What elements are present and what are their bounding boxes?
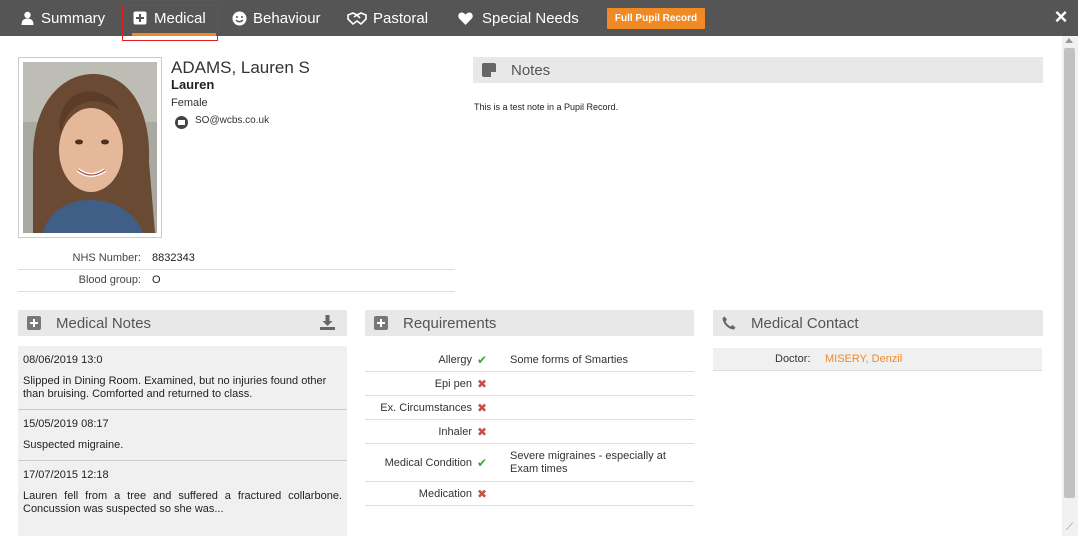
doctor-name-link[interactable]: MISERY, Denzil [825, 353, 902, 365]
pupil-photo [23, 62, 157, 233]
info-row-blood-group: Blood group: O [18, 270, 455, 292]
selection-highlight [122, 5, 218, 41]
list-item[interactable]: 17/07/2015 12:18 Lauren fell from a tree… [18, 461, 347, 524]
requirement-label: Epi pen [434, 377, 472, 390]
notes-text: This is a test note in a Pupil Record. [474, 102, 619, 112]
pupil-gender: Female [171, 97, 208, 109]
check-icon: ✔ [476, 352, 488, 367]
requirement-row: Inhaler ✖ [365, 420, 694, 444]
medical-note-text: Lauren fell from a tree and suffered a f… [23, 490, 342, 515]
medical-contact-title: Medical Contact [751, 314, 859, 332]
requirement-label: Allergy [438, 353, 472, 366]
plus-icon[interactable] [27, 316, 41, 330]
heart-icon [457, 10, 473, 26]
pupil-name: ADAMS, Lauren S [171, 58, 310, 77]
requirement-row: Medication ✖ [365, 482, 694, 506]
info-row-nhs-number: NHS Number: 8832343 [18, 248, 455, 270]
requirement-row: Ex. Circumstances ✖ [365, 396, 694, 420]
user-icon [19, 10, 35, 26]
requirements-panel-header: Requirements [365, 310, 694, 336]
medical-note-date: 08/06/2019 13:0 [23, 354, 103, 366]
blood-group-value: O [152, 274, 161, 286]
requirement-row: Epi pen ✖ [365, 372, 694, 396]
list-item[interactable]: 08/06/2019 13:0 Slipped in Dining Room. … [18, 346, 347, 410]
requirement-row: Medical Condition ✔ Severe migraines - esp… [365, 444, 694, 482]
pupil-photo-frame [18, 57, 162, 238]
blood-group-label: Blood group: [78, 274, 141, 286]
cross-icon: ✖ [476, 486, 488, 501]
doctor-label: Doctor: [775, 353, 811, 365]
requirement-row: Allergy ✔ Some forms of Smarties [365, 348, 694, 372]
notes-panel-header: Notes [473, 57, 1043, 83]
download-icon[interactable] [320, 315, 335, 334]
resize-handle-icon[interactable]: ⟋ [1066, 522, 1076, 533]
nhs-number-label: NHS Number: [72, 252, 141, 264]
full-pupil-record-button[interactable]: Full Pupil Record [607, 8, 705, 29]
tab-special-needs[interactable]: Special Needs [457, 0, 579, 36]
requirement-label: Medical Condition [384, 456, 472, 469]
close-icon[interactable]: × [1050, 4, 1072, 29]
medical-contact-row: Doctor: MISERY, Denzil [713, 348, 1042, 371]
nhs-number-value: 8832343 [152, 252, 195, 264]
pupil-preferred-name: Lauren [171, 77, 215, 92]
medical-contact-panel-header: Medical Contact [713, 310, 1043, 336]
medical-note-text: Slipped in Dining Room. Examined, but no… [23, 375, 327, 400]
smiley-icon [231, 10, 247, 26]
pupil-email-link[interactable]: SO@wcbs.co.uk [195, 115, 269, 126]
requirement-label: Ex. Circumstances [380, 401, 472, 414]
cross-icon: ✖ [476, 424, 488, 439]
requirement-label: Inhaler [438, 425, 472, 438]
plus-icon[interactable] [374, 316, 388, 330]
tab-pastoral-label: Pastoral [373, 9, 429, 27]
medical-notes-title: Medical Notes [56, 314, 152, 332]
cross-icon: ✖ [476, 376, 488, 391]
handshake-icon [347, 10, 367, 26]
notes-title: Notes [511, 61, 551, 79]
requirement-value: Severe migraines - especially at Exam ti… [510, 450, 666, 475]
tab-pastoral[interactable]: Pastoral [347, 0, 428, 36]
note-icon [482, 63, 496, 77]
phone-icon [722, 316, 736, 330]
list-item[interactable]: 15/05/2019 08:17 Suspected migraine. [18, 410, 347, 461]
email-icon [175, 116, 188, 129]
requirement-value: Some forms of Smarties [510, 353, 628, 366]
scrollbar-thumb[interactable] [1064, 48, 1075, 498]
tab-special-needs-label: Special Needs [482, 9, 579, 27]
check-icon: ✔ [476, 455, 488, 470]
medical-note-text: Suspected migraine. [23, 439, 124, 451]
tab-behaviour[interactable]: Behaviour [231, 0, 321, 36]
medical-notes-panel-header: Medical Notes [18, 310, 347, 336]
requirements-title: Requirements [403, 314, 497, 332]
scroll-up-arrow-icon[interactable] [1065, 38, 1073, 43]
medical-notes-list: 08/06/2019 13:0 Slipped in Dining Room. … [18, 346, 347, 536]
requirement-label: Medication [418, 487, 472, 500]
tab-behaviour-label: Behaviour [253, 9, 321, 27]
medical-note-date: 15/05/2019 08:17 [23, 418, 109, 430]
cross-icon: ✖ [476, 400, 488, 415]
medical-note-date: 17/07/2015 12:18 [23, 469, 109, 481]
tab-summary-label: Summary [41, 9, 106, 27]
tab-summary[interactable]: Summary [19, 0, 105, 36]
